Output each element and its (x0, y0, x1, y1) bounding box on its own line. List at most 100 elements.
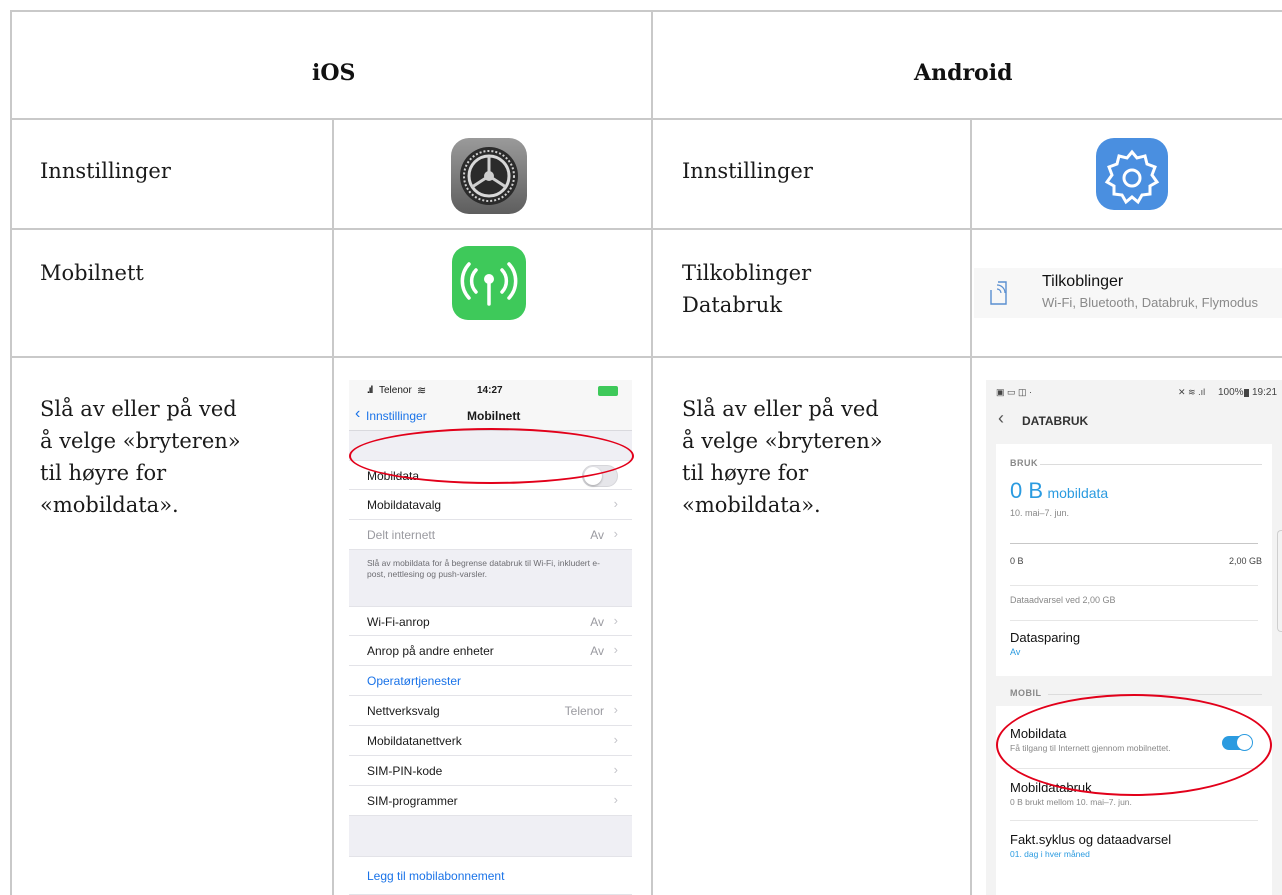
anrop-andre-enheter-row[interactable]: Anrop på andre enheter Av › (349, 636, 632, 666)
android-instruction-line3: til høyre for (682, 461, 809, 485)
mobildatavalg-row[interactable]: Mobildatavalg › (349, 490, 632, 520)
fakt-syklus-row[interactable]: Fakt.syklus og dataadvarsel 01. dag i hv… (1010, 832, 1260, 868)
connections-subtitle: Wi-Fi, Bluetooth, Databruk, Flymodus (1042, 295, 1259, 310)
wifi-anrop-row[interactable]: Wi-Fi-anrop Av › (349, 606, 632, 636)
table-divider (970, 118, 972, 895)
battery-icon (598, 386, 618, 396)
mobildatabruk-subtitle: 0 B brukt mellom 10. mai–7. jun. (1010, 797, 1132, 807)
ios-nav-bar: ‹ Innstillinger Mobilnett (349, 402, 632, 431)
add-subscription-link[interactable]: Legg til mobilabonnement (367, 869, 504, 883)
ios-cellular-icon (452, 246, 526, 320)
section-divider (1040, 464, 1262, 465)
back-chevron-icon[interactable]: ‹ (355, 405, 360, 423)
usage-bar-min: 0 B (1010, 556, 1024, 566)
fakt-subtitle: 01. dag i hver måned (1010, 849, 1090, 859)
usage-bar (1010, 543, 1258, 544)
usage-period: 10. mai–7. jun. (1010, 508, 1070, 518)
row-label: Wi-Fi-anrop (367, 615, 430, 629)
ios-instruction-line1: Slå av eller på ved (40, 397, 237, 421)
table-border-top (10, 10, 1282, 12)
nettverksvalg-row[interactable]: Nettverksvalg Telenor › (349, 696, 632, 726)
carrier-name: Telenor (379, 385, 412, 396)
back-button[interactable]: Innstillinger (366, 409, 427, 423)
connections-icon (990, 281, 1007, 305)
sim-pin-row[interactable]: SIM-PIN-kode › (349, 756, 632, 786)
operatortjenester-row[interactable]: Operatørtjenester (349, 666, 632, 696)
table-divider (651, 10, 653, 895)
chevron-right-icon: › (613, 642, 618, 657)
signal-icon: ✕ ≋ .ıl (1178, 387, 1206, 397)
section-bruk: BRUK (1010, 458, 1038, 468)
notification-icons: ▣ ▭ ◫ · (996, 387, 1033, 397)
mobildatanettverk-row[interactable]: Mobildatanettverk › (349, 726, 632, 756)
gear-icon (1104, 149, 1160, 205)
chevron-right-icon: › (613, 702, 618, 717)
usage-bar-max: 2,00 GB (1228, 556, 1262, 566)
row-label: Mobildatanettverk (367, 734, 462, 748)
table-border-left (10, 10, 12, 895)
scroll-handle[interactable] (1277, 530, 1282, 632)
row-value: Av (590, 615, 604, 629)
sim-programmer-row[interactable]: SIM-programmer › (349, 786, 632, 816)
antenna-icon (460, 262, 518, 306)
row-label: Operatørtjenester (367, 674, 462, 688)
header-android: Android (914, 60, 1013, 86)
ios-instruction-line4: «mobildata». (40, 493, 179, 517)
chevron-right-icon: › (613, 526, 618, 541)
android-instruction-line4: «mobildata». (682, 493, 821, 517)
row-label: Anrop på andre enheter (367, 644, 494, 658)
android-databruk-screen: ▣ ▭ ◫ · ✕ ≋ .ıl 100% 19:21 ‹ DATABRUK BR… (986, 380, 1282, 895)
highlight-ellipse (996, 694, 1272, 796)
section-mobil: MOBIL (1010, 688, 1042, 698)
battery-percent: 100% (1218, 387, 1244, 398)
android-settings-icon (1096, 138, 1168, 210)
android-screen-title: DATABRUK (1022, 414, 1089, 428)
ios-settings-label: Innstillinger (40, 159, 171, 183)
ios-instruction-line3: til høyre for (40, 461, 167, 485)
chevron-right-icon: › (613, 732, 618, 747)
row-value: Av (590, 528, 604, 542)
android-connections-item[interactable]: Tilkoblinger Wi-Fi, Bluetooth, Databruk,… (974, 268, 1282, 318)
mobildata-note: Slå av mobildata for å begrense databruk… (367, 558, 600, 579)
android-time: 19:21 (1252, 387, 1278, 398)
chevron-right-icon: › (613, 613, 618, 628)
fakt-title: Fakt.syklus og dataadvarsel (1010, 832, 1172, 847)
header-ios: iOS (312, 60, 356, 86)
android-status-bar: ▣ ▭ ◫ · ✕ ≋ .ıl 100% 19:21 (986, 380, 1282, 404)
row-label: Mobildatavalg (367, 498, 442, 512)
android-instruction-line1: Slå av eller på ved (682, 397, 879, 421)
datasparing-row[interactable]: Datasparing Av (1010, 630, 1260, 670)
android-network-label-1: Tilkoblinger (682, 261, 812, 285)
battery-icon (1244, 389, 1249, 397)
table-divider (10, 356, 1282, 358)
row-value: Telenor (564, 704, 604, 718)
ios-instruction-line2: å velge «bryteren» (40, 429, 241, 453)
gear-icon (460, 147, 518, 205)
table-divider (332, 118, 334, 895)
chevron-right-icon: › (613, 496, 618, 511)
ios-screen-title: Mobilnett (467, 409, 521, 423)
highlight-ellipse (349, 428, 634, 484)
android-settings-label: Innstillinger (682, 159, 813, 183)
row-divider (1010, 585, 1258, 586)
row-label: SIM-programmer (367, 794, 458, 808)
datasparing-value: Av (1010, 647, 1021, 657)
signal-icon: .ıl (367, 385, 373, 396)
ios-status-bar: .ıl Telenor ≋ 14:27 (349, 380, 632, 402)
usage-value: 0 B (1010, 478, 1044, 503)
table-divider (10, 118, 1282, 120)
back-arrow-icon[interactable]: ‹ (998, 408, 1004, 429)
add-subscription-row[interactable]: Legg til mobilabonnement (349, 856, 632, 895)
data-warning: Dataadvarsel ved 2,00 GB (1010, 595, 1116, 605)
ios-time: 14:27 (477, 385, 503, 396)
delt-internett-row[interactable]: Delt internett Av › (349, 520, 632, 550)
usage-summary: 0 B mobildata (1010, 478, 1108, 504)
android-instruction-line2: å velge «bryteren» (682, 429, 883, 453)
connections-title: Tilkoblinger (1042, 273, 1124, 290)
table-divider (10, 228, 1282, 230)
wifi-icon: ≋ (417, 385, 427, 397)
chevron-right-icon: › (613, 792, 618, 807)
row-value: Av (590, 644, 604, 658)
android-network-label-2: Databruk (682, 293, 783, 317)
row-divider (1010, 620, 1258, 621)
